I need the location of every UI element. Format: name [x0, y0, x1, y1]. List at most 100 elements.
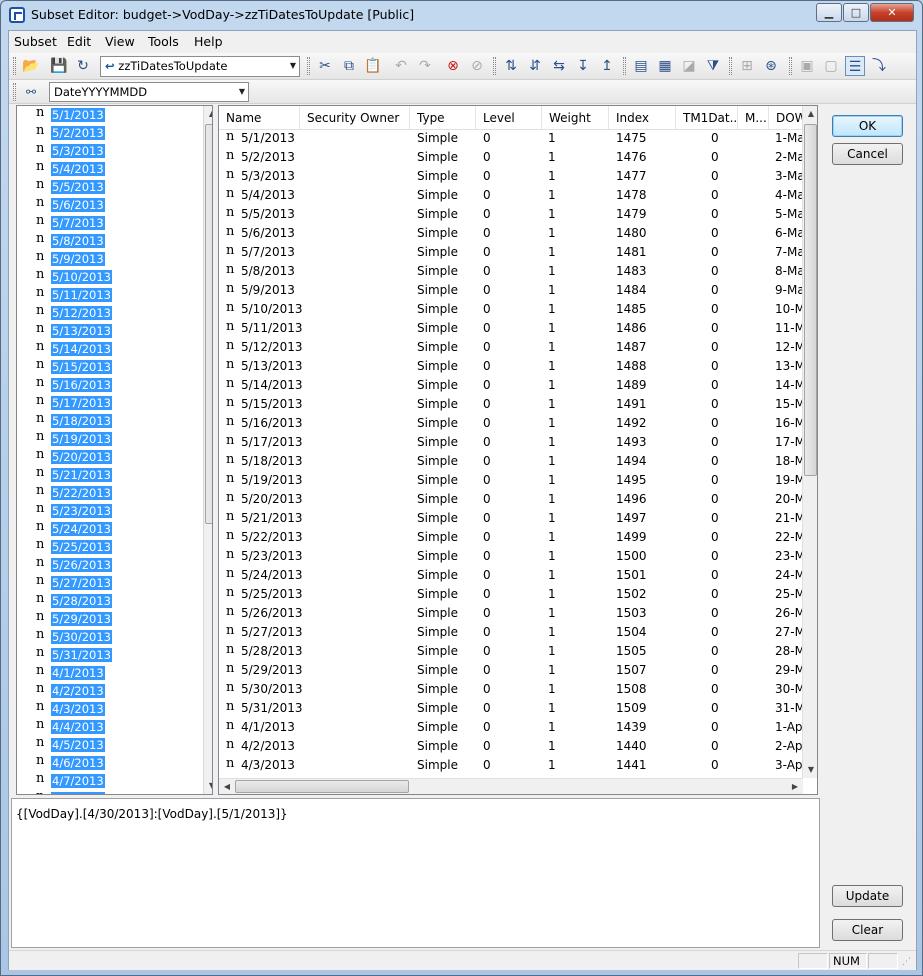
expression-editor[interactable]: {[VodDay].[4/30/2013]:[VodDay].[5/1/2013… — [11, 798, 820, 948]
right-vertical-scrollbar[interactable]: ▲ ▼ — [802, 106, 817, 778]
cancel-button[interactable]: Cancel — [832, 143, 903, 165]
table-row[interactable]: n 5/20/2013 Simple 0 1 1496 0 20-M — [219, 490, 805, 510]
table-row[interactable]: n 5/8/2013 Simple 0 1 1483 0 8-Ma — [219, 262, 805, 282]
table-row[interactable]: n 5/21/2013 Simple 0 1 1497 0 21-M — [219, 509, 805, 529]
table-row[interactable]: n 5/7/2013 Simple 0 1 1481 0 7-Ma — [219, 243, 805, 263]
table-row[interactable]: n 5/29/2013 Simple 0 1 1507 0 29-M — [219, 661, 805, 681]
view-details-icon[interactable]: ☰ — [845, 56, 865, 76]
list-item[interactable]: n 5/21/2013 — [17, 465, 212, 484]
list-item[interactable]: n 5/31/2013 — [17, 645, 212, 664]
filter-data-icon[interactable]: ◪ — [679, 56, 699, 76]
list-item[interactable]: n 5/3/2013 — [17, 141, 212, 160]
table-row[interactable]: n 5/2/2013 Simple 0 1 1476 0 2-Ma — [219, 148, 805, 168]
cut-icon[interactable]: ✂ — [315, 56, 335, 76]
column-header[interactable]: Type — [410, 106, 476, 130]
table-row[interactable]: n 5/12/2013 Simple 0 1 1487 0 12-M — [219, 338, 805, 358]
toolbar-grip[interactable] — [729, 57, 732, 75]
table-row[interactable]: n 5/24/2013 Simple 0 1 1501 0 24-M — [219, 566, 805, 586]
list-item[interactable]: n 5/15/2013 — [17, 357, 212, 376]
table-row[interactable]: n 5/5/2013 Simple 0 1 1479 0 5-Ma — [219, 205, 805, 225]
alias-combo[interactable]: DateYYYYMMDD ▼ — [49, 82, 249, 102]
menu-help[interactable]: Help — [194, 34, 223, 49]
table-row[interactable]: n 5/11/2013 Simple 0 1 1486 0 11-M — [219, 319, 805, 339]
table-row[interactable]: n 5/31/2013 Simple 0 1 1509 0 31-M — [219, 699, 805, 719]
close-button[interactable]: ✕ — [870, 3, 914, 22]
maximize-button[interactable]: □ — [843, 3, 869, 22]
list-item[interactable]: n 5/14/2013 — [17, 339, 212, 358]
scroll-thumb[interactable] — [205, 124, 212, 524]
list-item[interactable]: n 5/24/2013 — [17, 519, 212, 538]
table-row[interactable]: n 5/10/2013 Simple 0 1 1485 0 10-M — [219, 300, 805, 320]
table-row[interactable]: n 5/15/2013 Simple 0 1 1491 0 15-M — [219, 395, 805, 415]
table-row[interactable]: n 5/27/2013 Simple 0 1 1504 0 27-M — [219, 623, 805, 643]
cancel-icon[interactable]: ⊗ — [443, 56, 463, 76]
update-button[interactable]: Update — [832, 885, 903, 907]
table-row[interactable]: n 5/30/2013 Simple 0 1 1508 0 30-M — [219, 680, 805, 700]
list-item[interactable]: n 5/25/2013 — [17, 537, 212, 556]
list-item[interactable]: n 5/28/2013 — [17, 591, 212, 610]
list-item[interactable]: n 5/13/2013 — [17, 321, 212, 340]
title-bar[interactable]: Subset Editor: budget->VodDay->zzTiDates… — [1, 1, 922, 29]
list-item[interactable]: n 4/2/2013 — [17, 681, 212, 700]
drill-icon[interactable]: ⊛ — [761, 56, 781, 76]
scroll-down-icon[interactable]: ▼ — [204, 778, 212, 794]
ok-button[interactable]: OK — [832, 115, 903, 137]
scroll-up-icon[interactable]: ▲ — [204, 106, 212, 122]
table-row[interactable]: n 5/17/2013 Simple 0 1 1493 0 17-M — [219, 433, 805, 453]
table-row[interactable]: n 5/6/2013 Simple 0 1 1480 0 6-Ma — [219, 224, 805, 244]
menu-edit[interactable]: Edit — [67, 34, 91, 49]
sort-index-desc-icon[interactable]: ↥ — [597, 56, 617, 76]
column-header[interactable]: Name — [219, 106, 300, 130]
list-item[interactable]: n 5/26/2013 — [17, 555, 212, 574]
list-item[interactable]: n 5/29/2013 — [17, 609, 212, 628]
list-item[interactable]: n 4/4/2013 — [17, 717, 212, 736]
table-row[interactable]: n 5/22/2013 Simple 0 1 1499 0 22-M — [219, 528, 805, 548]
column-header[interactable]: Security Owner — [300, 106, 410, 130]
list-item[interactable]: n 5/30/2013 — [17, 627, 212, 646]
list-item[interactable]: n 4/3/2013 — [17, 699, 212, 718]
redo-icon[interactable]: ↷ — [415, 56, 435, 76]
sort-descending-icon[interactable]: ⇵ — [525, 56, 545, 76]
left-vertical-scrollbar[interactable]: ▲ ▼ — [203, 106, 212, 794]
list-item[interactable]: n 5/6/2013 — [17, 195, 212, 214]
table-row[interactable]: n 5/14/2013 Simple 0 1 1489 0 14-M — [219, 376, 805, 396]
view-tree-icon[interactable]: ⤵ — [869, 56, 889, 76]
menu-subset[interactable]: Subset — [14, 34, 57, 49]
expand-icon[interactable]: ⊞ — [737, 56, 757, 76]
column-header[interactable]: M... — [738, 106, 769, 130]
list-item[interactable]: n 5/10/2013 — [17, 267, 212, 286]
list-item[interactable]: n 5/27/2013 — [17, 573, 212, 592]
toolbar-grip[interactable] — [13, 83, 16, 101]
column-header[interactable]: Level — [476, 106, 542, 130]
table-row[interactable]: n 5/26/2013 Simple 0 1 1503 0 26-M — [219, 604, 805, 624]
list-item[interactable]: n 5/20/2013 — [17, 447, 212, 466]
list-item[interactable]: n 5/7/2013 — [17, 213, 212, 232]
list-item[interactable]: n 4/1/2013 — [17, 663, 212, 682]
table-row[interactable]: n 4/3/2013 Simple 0 1 1441 0 3-Ap — [219, 756, 803, 776]
scroll-left-icon[interactable]: ◀ — [219, 779, 235, 794]
list-item[interactable]: n 5/18/2013 — [17, 411, 212, 430]
toolbar-grip[interactable] — [493, 57, 496, 75]
table-row[interactable]: n 5/1/2013 Simple 0 1 1475 0 1-Ma — [219, 129, 805, 149]
resize-grip-icon[interactable]: ⋰ — [902, 957, 911, 967]
toolbar-grip[interactable] — [623, 57, 626, 75]
list-item[interactable]: n 4/7/2013 — [17, 771, 212, 790]
filter-attribute-icon[interactable]: ▦ — [655, 56, 675, 76]
list-item[interactable]: n 5/1/2013 — [17, 106, 212, 124]
table-row[interactable]: n 5/19/2013 Simple 0 1 1495 0 19-M — [219, 471, 805, 491]
sort-ascending-icon[interactable]: ⇅ — [501, 56, 521, 76]
table-row[interactable]: n 5/4/2013 Simple 0 1 1478 0 4-Ma — [219, 186, 805, 206]
list-item[interactable]: n 5/17/2013 — [17, 393, 212, 412]
view-small-icon[interactable]: ▢ — [821, 56, 841, 76]
toolbar-grip[interactable] — [307, 57, 310, 75]
list-item[interactable]: n 4/5/2013 — [17, 735, 212, 754]
table-row[interactable]: n 4/2/2013 Simple 0 1 1440 0 2-Ap — [219, 737, 803, 757]
scroll-thumb[interactable] — [235, 780, 409, 793]
refresh-icon[interactable]: ↻ — [73, 56, 93, 76]
menu-tools[interactable]: Tools — [148, 34, 179, 49]
table-row[interactable]: n 5/16/2013 Simple 0 1 1492 0 16-M — [219, 414, 805, 434]
scroll-right-icon[interactable]: ▶ — [787, 779, 803, 794]
save-icon[interactable]: 💾 — [49, 56, 69, 76]
list-item[interactable]: n 5/4/2013 — [17, 159, 212, 178]
table-row[interactable]: n 5/3/2013 Simple 0 1 1477 0 3-Ma — [219, 167, 805, 187]
